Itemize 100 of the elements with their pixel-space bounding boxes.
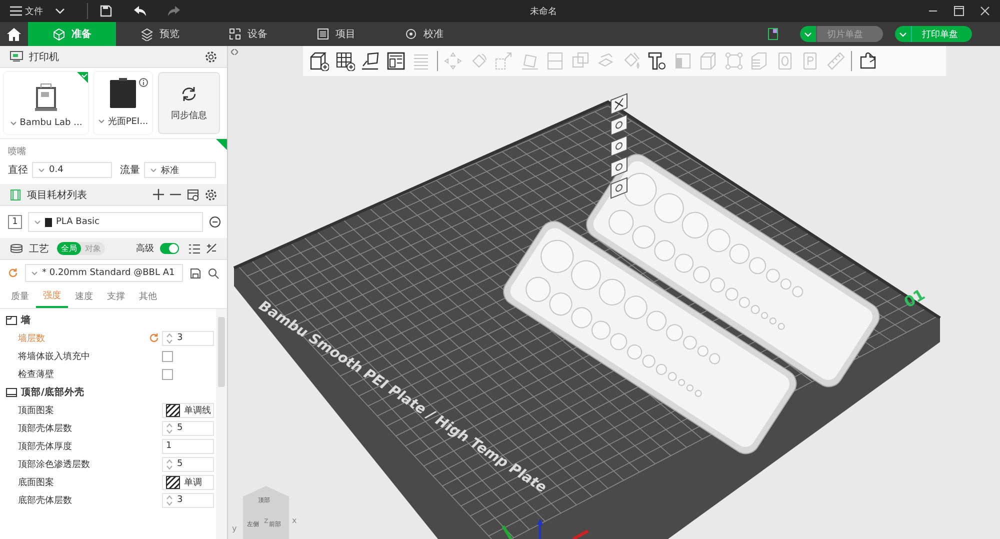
puzzle-icon[interactable] [858, 51, 878, 71]
advanced-label: 高级 [136, 242, 154, 255]
spin-field[interactable]: 5 [162, 420, 214, 436]
printer-icon [10, 51, 23, 62]
layout-icon[interactable] [768, 28, 778, 40]
text-icon[interactable] [647, 51, 667, 71]
advanced-switch[interactable] [160, 243, 179, 254]
tab-icon [316, 28, 328, 40]
chevron-icon [38, 168, 45, 172]
sync-button[interactable]: 同步信息 [158, 72, 220, 134]
filament-dropdown[interactable]: PLA Basic [28, 212, 203, 232]
setting-label: 将墙体嵌入填充中 [18, 350, 91, 362]
menu-icon [10, 6, 22, 16]
spinner-icon [166, 458, 173, 470]
axis-label: z [264, 516, 268, 525]
spin-field[interactable]: 5 [162, 456, 214, 472]
field-label: 流量 [120, 164, 140, 177]
spinner-icon [166, 494, 173, 506]
redo-icon[interactable] [168, 6, 180, 16]
window-title: 未命名 [530, 6, 557, 18]
filament-list-icon [10, 188, 21, 200]
group-title: 墙 [21, 314, 31, 326]
axis-label: x [292, 516, 297, 525]
home-icon [7, 28, 21, 40]
chevron-icon [150, 168, 157, 172]
category-tab[interactable]: 速度 [68, 286, 100, 308]
setting-label: 顶面图案 [18, 404, 55, 416]
save-icon[interactable] [190, 268, 201, 278]
undo-icon[interactable] [134, 6, 146, 16]
chevron-icon [804, 32, 812, 36]
reset-icon[interactable] [8, 268, 18, 278]
checkbox[interactable] [162, 350, 173, 362]
diameter-field[interactable]: 0.4 [32, 162, 112, 178]
pattern-dropdown[interactable]: 单调线 [162, 402, 214, 418]
spinner-icon [166, 332, 173, 344]
filament-index: 1 [8, 215, 22, 229]
dropdown-button[interactable] [895, 26, 911, 42]
selected-corner-icon [216, 139, 227, 150]
nozzle-label: 喷嘴 [8, 146, 27, 158]
compare-icon[interactable] [206, 243, 217, 254]
plate-card[interactable]: 光面PEI... [94, 72, 152, 134]
spinner-icon [166, 422, 173, 434]
setting-label: 底面图案 [18, 476, 55, 488]
input-field[interactable]: 1 [162, 438, 214, 454]
reset-icon[interactable] [149, 333, 159, 343]
maximize-icon[interactable] [954, 6, 964, 16]
add-icon[interactable] [153, 189, 164, 200]
add-cube-icon[interactable] [309, 51, 329, 71]
panel-icon [6, 386, 17, 398]
tab[interactable]: 校准 [380, 22, 468, 46]
setting-label: 墙层数 [18, 332, 46, 344]
tab-icon [140, 28, 152, 40]
list-icon[interactable] [189, 244, 200, 254]
group-title: 顶部/底部外壳 [21, 386, 84, 398]
pattern-icon [166, 404, 180, 416]
pattern-icon [166, 476, 180, 488]
add-grid-icon[interactable] [334, 51, 354, 71]
tab[interactable]: 项目 [292, 22, 380, 46]
dropdown-button[interactable] [800, 26, 816, 42]
setting-label: 顶部壳体层数 [18, 422, 73, 434]
checkbox[interactable] [162, 368, 173, 380]
file-menu-button[interactable]: 文件 [10, 4, 43, 18]
close-icon[interactable] [610, 92, 628, 116]
plate-name[interactable]: 光面PEI... [108, 115, 148, 128]
setting-label: 顶部涂色渗透层数 [18, 458, 91, 470]
chevron-icon [34, 220, 41, 224]
tab-icon [228, 28, 240, 40]
category-tab[interactable]: 其他 [132, 286, 164, 308]
setting-label: 检查薄壁 [18, 368, 55, 380]
flow-field[interactable]: 标准 [144, 162, 216, 178]
tab[interactable]: 预览 [116, 22, 204, 46]
axis-label: y [232, 524, 237, 533]
printer-card[interactable]: Bambu Lab ... [4, 72, 88, 134]
sync-icon [180, 84, 198, 102]
filament-edit-icon[interactable] [187, 188, 199, 200]
remove-icon[interactable] [209, 216, 221, 228]
section-title: 项目耗材列表 [27, 188, 87, 202]
plate-number: 01 [901, 285, 928, 312]
setting-label: 底部壳体层数 [18, 494, 73, 506]
printer-name[interactable]: Bambu Lab ... [20, 118, 82, 128]
tab-icon [404, 28, 416, 40]
field-label: 直径 [8, 164, 28, 177]
section-title: 打印机 [29, 50, 59, 64]
category-tab[interactable]: 质量 [4, 286, 36, 308]
layers-icon [10, 243, 23, 254]
collapse-icon[interactable] [231, 49, 238, 55]
category-tab[interactable]: 支撑 [100, 286, 132, 308]
tab-icon [52, 28, 64, 40]
pattern-dropdown[interactable]: 单调 [162, 474, 214, 490]
tab[interactable]: 设备 [204, 22, 292, 46]
scrollbar[interactable] [216, 309, 227, 539]
spin-field[interactable]: 3 [162, 330, 214, 346]
search-icon[interactable] [208, 268, 219, 278]
auto-orient-icon[interactable] [360, 51, 380, 71]
chevron-icon [31, 270, 38, 276]
preset-dropdown[interactable]: * 0.20mm Standard @BBL A1 [25, 264, 183, 282]
spin-field[interactable]: 3 [162, 492, 214, 508]
folder-icon [6, 314, 17, 326]
plate-drawing [109, 77, 137, 109]
setting-label: 顶部壳体厚度 [18, 440, 73, 452]
